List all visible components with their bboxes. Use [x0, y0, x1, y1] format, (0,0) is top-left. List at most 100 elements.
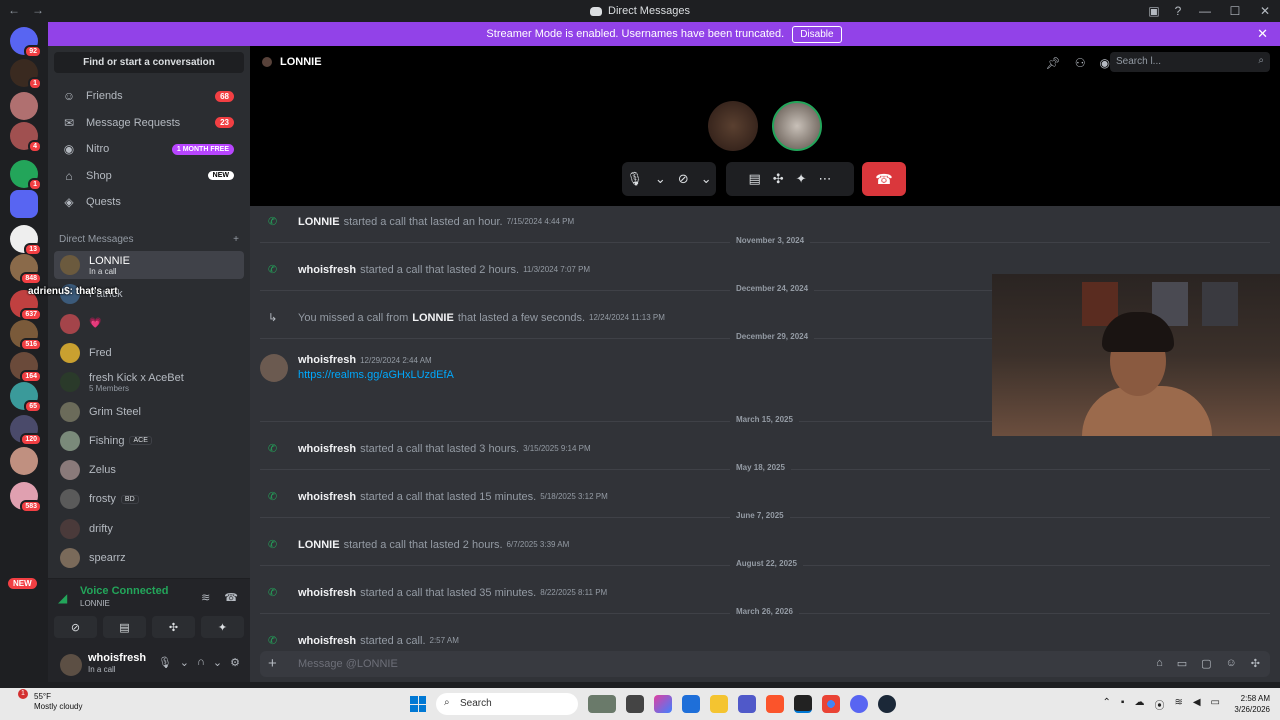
gif-icon[interactable]: ▭	[1177, 657, 1187, 670]
back-arrow-icon[interactable]: ←	[8, 3, 20, 17]
discord-taskbar-icon[interactable]	[794, 695, 812, 713]
close-window-button[interactable]: ✕	[1250, 4, 1280, 18]
tray-mic-icon[interactable]: ⦿	[1154, 697, 1164, 712]
headphones-icon[interactable]: ∩	[197, 656, 205, 669]
server-icon[interactable]: 516	[10, 320, 42, 351]
server-icon[interactable]: 120	[10, 415, 42, 446]
tray-cloud-icon[interactable]: ☁	[1134, 697, 1144, 712]
copilot-icon[interactable]	[654, 695, 672, 713]
activities-button[interactable]: ✣	[152, 616, 195, 638]
dm-list-item[interactable]: frosty BD	[54, 485, 244, 513]
server-icon[interactable]: 13	[10, 225, 42, 256]
sticker-icon[interactable]: ▢	[1201, 657, 1211, 670]
server-icon[interactable]: 1	[10, 160, 42, 191]
call-user[interactable]: whoisfresh	[298, 491, 356, 503]
server-icon[interactable]	[10, 190, 38, 218]
disable-button[interactable]: Disable	[792, 25, 842, 43]
call-screenshare-icon[interactable]: ▤	[748, 171, 760, 187]
dm-list-item[interactable]: LONNIE In a call	[54, 251, 244, 279]
call-user[interactable]: whoisfresh	[298, 587, 356, 599]
dm-list-item[interactable]: drifty	[54, 515, 244, 543]
message-avatar[interactable]	[260, 354, 288, 382]
call-user[interactable]: LONNIE	[412, 312, 454, 324]
nav-item-nitro[interactable]: ◉ Nitro 1 MONTH FREE	[54, 137, 244, 161]
server-icon[interactable]: 1	[10, 59, 42, 90]
soundboard-button[interactable]: ✦	[201, 616, 244, 638]
server-icon[interactable]: 65	[10, 382, 42, 413]
message-author[interactable]: whoisfresh	[298, 354, 356, 366]
server-icon[interactable]: 164	[10, 352, 42, 383]
taskbar-clock[interactable]: 2:58 AM 3/26/2026	[1234, 693, 1270, 715]
disconnect-icon[interactable]: ☎	[224, 591, 238, 604]
dm-list-item[interactable]: fresh Kick x AceBet 5 Members	[54, 368, 244, 396]
call-more-icon[interactable]: ⋯	[819, 171, 832, 187]
call-soundboard-icon[interactable]: ✦	[796, 171, 807, 187]
file-explorer-icon[interactable]	[710, 695, 728, 713]
weather-widget[interactable]: 1 55°F Mostly cloudy	[14, 689, 82, 712]
teams-icon[interactable]	[738, 695, 756, 713]
close-banner-icon[interactable]: ✕	[1257, 26, 1268, 42]
chrome-icon[interactable]	[822, 695, 840, 713]
nav-item-quests[interactable]: ◈ Quests	[54, 190, 244, 214]
emoji-icon[interactable]: ☺	[1226, 657, 1237, 670]
server-icon[interactable]: 848	[10, 254, 42, 285]
apps-icon[interactable]: ✣	[1251, 657, 1260, 670]
server-icon[interactable]	[10, 447, 38, 475]
nav-item-message-requests[interactable]: ✉ Message Requests 23	[54, 111, 244, 135]
server-icon[interactable]: 92	[10, 27, 42, 58]
call-user[interactable]: whoisfresh	[298, 635, 356, 647]
gift-icon[interactable]: ⌂	[1156, 657, 1163, 670]
search-input[interactable]: Search l... ⌕	[1110, 52, 1270, 72]
server-icon[interactable]	[10, 92, 38, 120]
user-avatar[interactable]	[60, 654, 82, 676]
brave-icon[interactable]	[766, 695, 784, 713]
tray-battery-icon[interactable]: ▭	[1211, 697, 1220, 712]
tray-chevron-icon[interactable]: ⌃	[1103, 697, 1111, 712]
dm-list-item[interactable]: 💗	[54, 310, 244, 338]
settings-gear-icon[interactable]: ⚙	[230, 656, 240, 669]
user-profile-icon[interactable]: ◉	[1100, 56, 1110, 70]
mic-options-chevron-icon[interactable]: ⌄	[180, 656, 189, 669]
camera-off-button[interactable]: ⊘	[54, 616, 97, 638]
call-user[interactable]: LONNIE	[298, 216, 340, 228]
dm-list-item[interactable]: Grim Steel	[54, 398, 244, 426]
store-icon[interactable]	[682, 695, 700, 713]
pin-icon[interactable]: 📌︎	[1046, 56, 1061, 70]
call-mic-icon[interactable]: 🎙︎	[626, 171, 643, 187]
caller-avatar-lonnie[interactable]	[708, 101, 758, 151]
tray-app-icon[interactable]: ▪	[1121, 697, 1125, 712]
call-user[interactable]: whoisfresh	[298, 264, 356, 276]
tray-wifi-icon[interactable]: ≋	[1174, 697, 1182, 712]
new-server-badge[interactable]: NEW	[8, 578, 37, 589]
dm-list-item[interactable]: Fred	[54, 339, 244, 367]
nav-item-friends[interactable]: ☺ Friends 68	[54, 84, 244, 108]
nav-item-shop[interactable]: ⌂ Shop NEW	[54, 164, 244, 188]
message-link[interactable]: https://realms.gg/aGHxLUzdEfA	[298, 369, 454, 381]
hang-up-button[interactable]: ☎	[862, 162, 906, 196]
task-view-icon[interactable]	[626, 695, 644, 713]
audio-options-chevron-icon[interactable]: ⌄	[213, 656, 222, 669]
dm-list-item[interactable]: Fishing ACE	[54, 427, 244, 455]
find-conversation-button[interactable]: Find or start a conversation	[54, 52, 244, 73]
screen-share-button[interactable]: ▤	[103, 616, 146, 638]
server-icon[interactable]: 583	[10, 482, 42, 513]
dm-list-item[interactable]: spearrz	[54, 544, 244, 572]
create-dm-icon[interactable]: +	[233, 234, 239, 245]
minimize-button[interactable]: —	[1190, 4, 1220, 18]
call-user[interactable]: whoisfresh	[298, 443, 356, 455]
windows-start-icon[interactable]	[410, 696, 426, 712]
forward-arrow-icon[interactable]: →	[32, 3, 44, 17]
call-activities-icon[interactable]: ✣	[773, 171, 784, 187]
call-camera-chevron-icon[interactable]: ⌄	[701, 171, 712, 187]
taskbar-search[interactable]: ⌕ Search	[436, 693, 578, 715]
microphone-icon[interactable]: 🎙︎	[158, 656, 172, 669]
add-friends-icon[interactable]: ⚇	[1075, 56, 1086, 70]
call-camera-off-icon[interactable]: ⊘	[678, 171, 689, 187]
steam-icon[interactable]	[878, 695, 896, 713]
call-user[interactable]: LONNIE	[298, 539, 340, 551]
voice-channel-label[interactable]: LONNIE	[80, 599, 110, 608]
help-icon[interactable]: ?	[1166, 4, 1190, 18]
call-mic-chevron-icon[interactable]: ⌄	[655, 171, 666, 187]
server-icon[interactable]: 4	[10, 122, 42, 153]
noise-suppression-icon[interactable]: ≋	[201, 591, 210, 604]
